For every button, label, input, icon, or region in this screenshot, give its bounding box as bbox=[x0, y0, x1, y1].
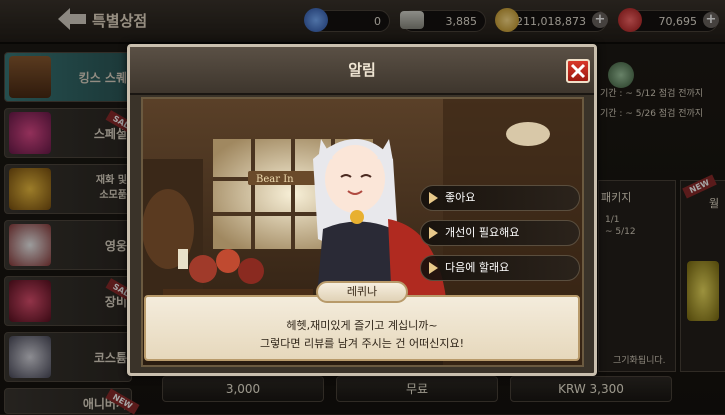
triangle-icon bbox=[429, 262, 438, 274]
option-later-button[interactable]: 다음에 할래요 bbox=[420, 255, 580, 281]
close-button[interactable] bbox=[566, 59, 590, 83]
dialog-title: 알림 bbox=[348, 61, 376, 79]
option-label: 좋아요 bbox=[445, 191, 476, 204]
triangle-icon bbox=[429, 227, 438, 239]
speech-line: 헤헷,재미있게 즐기고 계십니까~ bbox=[286, 319, 438, 332]
tavern-sign: Bear In bbox=[256, 174, 294, 185]
speech-line: 그렇다면 리뷰를 남겨 주시는 건 어떠신지요! bbox=[259, 337, 465, 350]
option-label: 다음에 할래요 bbox=[445, 261, 510, 274]
speech-box: 헤헷,재미있게 즐기고 계십니까~ 그렇다면 리뷰를 남겨 주시는 건 어떠신지… bbox=[144, 295, 580, 361]
triangle-icon bbox=[429, 192, 438, 204]
notice-dialog: 알림 Bear In 좋아요 개선이 필요해요 다음에 할래요 헤헷,재미있게 … bbox=[127, 44, 597, 376]
speaker-name: 레퀴나 bbox=[316, 281, 408, 303]
close-icon bbox=[570, 63, 586, 79]
option-label: 개선이 필요해요 bbox=[445, 226, 520, 239]
option-like-button[interactable]: 좋아요 bbox=[420, 185, 580, 211]
option-needs-improvement-button[interactable]: 개선이 필요해요 bbox=[420, 220, 580, 246]
